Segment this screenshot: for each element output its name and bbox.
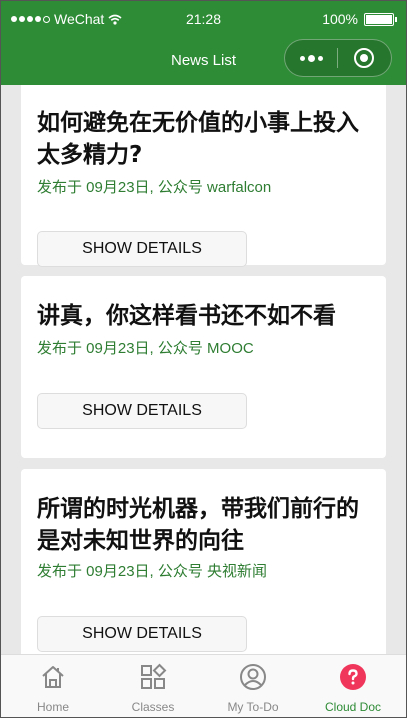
news-title: 所谓的时光机器，带我们前行的是对未知世界的向往 [37, 496, 359, 554]
news-list[interactable]: 如何避免在无价值的小事上投入太多精力? 发布于 09月23日, 公众号 warf… [1, 85, 406, 654]
tab-classes[interactable]: Classes [103, 655, 203, 717]
tab-label: Home [36, 700, 69, 714]
news-meta: 发布于 09月23日, 公众号 warfalcon [37, 179, 272, 196]
news-title: 如何避免在无价值的小事上投入太多精力? [37, 110, 359, 168]
tab-cloud-doc[interactable]: Cloud Doc [303, 655, 403, 717]
news-meta: 发布于 09月23日, 公众号 央视新闻 [37, 563, 268, 580]
show-details-button[interactable]: SHOW DETAILS [37, 393, 247, 429]
battery-percent: 100% [322, 11, 358, 27]
phone-frame: WeChat 21:28 100% News List 如何避免在无价值的小事上… [0, 0, 407, 718]
tab-label: Classes [131, 700, 175, 714]
grid-icon [141, 663, 167, 689]
show-details-button[interactable]: SHOW DETAILS [37, 616, 247, 652]
news-card: 讲真，你这样看书还不如不看 发布于 09月23日, 公众号 MOOC SHOW … [21, 276, 386, 458]
status-right: 100% [322, 11, 397, 27]
user-icon [240, 664, 266, 690]
tab-my-todo[interactable]: My To-Do [203, 655, 303, 717]
show-details-button[interactable]: SHOW DETAILS [37, 231, 247, 267]
mini-program-capsule [284, 39, 392, 77]
battery-icon [364, 12, 397, 26]
tab-label: Cloud Doc [324, 700, 382, 714]
news-title: 讲真，你这样看书还不如不看 [37, 303, 336, 329]
close-mini-program-icon[interactable] [338, 48, 390, 68]
tab-bar: Home Classes My To-Do Cloud Doc [1, 654, 406, 717]
news-card: 所谓的时光机器，带我们前行的是对未知世界的向往 发布于 09月23日, 公众号 … [21, 469, 386, 654]
more-menu-icon[interactable] [285, 54, 337, 62]
nav-bar: News List [1, 39, 406, 85]
home-icon [42, 666, 64, 688]
tab-home[interactable]: Home [3, 655, 103, 717]
news-card: 如何避免在无价值的小事上投入太多精力? 发布于 09月23日, 公众号 warf… [21, 85, 386, 267]
tab-label: My To-Do [227, 700, 279, 714]
status-bar: WeChat 21:28 100% [1, 1, 406, 39]
news-meta: 发布于 09月23日, 公众号 MOOC [37, 340, 254, 357]
help-icon [340, 664, 366, 690]
